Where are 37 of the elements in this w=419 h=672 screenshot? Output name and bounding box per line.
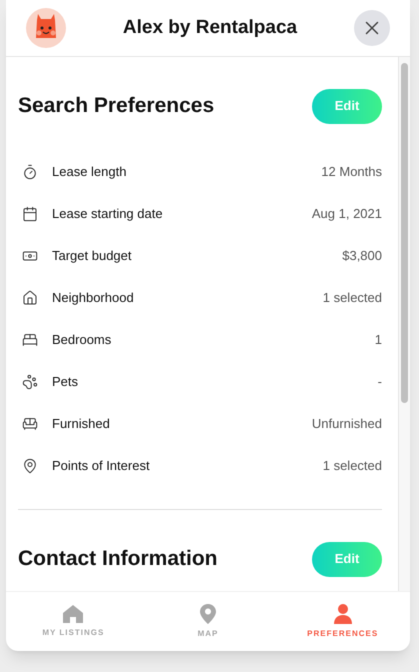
nav-tab[interactable]: MAP [140, 604, 276, 640]
house-icon [22, 290, 38, 306]
preference-value: Unfurnished [312, 415, 382, 434]
llama-avatar-icon [26, 8, 66, 48]
preference-label: Pets [52, 373, 80, 392]
preference-label: Furnished [52, 415, 111, 434]
close-button[interactable] [354, 10, 390, 46]
preference-label: Lease starting date [52, 205, 164, 224]
edit-button[interactable]: Edit [312, 542, 382, 576]
preference-label: Lease length [52, 163, 128, 182]
edit-button[interactable]: Edit [312, 88, 382, 124]
preference-value: - [378, 373, 382, 392]
preference-label: Neighborhood [52, 289, 135, 308]
preference-value: $3,800 [342, 247, 382, 266]
person-icon [334, 604, 352, 624]
bed-icon [22, 332, 38, 348]
calendar-icon [22, 206, 38, 222]
preference-value: 1 selected [322, 457, 382, 476]
section-title: Search Preferences [18, 93, 214, 120]
preference-label: Target budget [52, 247, 133, 266]
preference-value: Aug 1, 2021 [312, 205, 382, 224]
nav-tab[interactable]: MY LISTINGS [6, 604, 141, 638]
home-icon [63, 604, 84, 622]
paw-icon [22, 374, 38, 390]
scrollbar-thumb[interactable] [401, 63, 408, 403]
timer-icon [22, 164, 38, 180]
sofa-icon [22, 416, 38, 432]
preference-value: 12 Months [321, 163, 382, 182]
preference-value: 1 [374, 331, 382, 350]
map-pin-icon [22, 458, 38, 474]
preference-value: 1 selected [322, 289, 382, 308]
map-pin-icon [200, 604, 216, 624]
chat-title: Alex by Rentalpaca [122, 16, 298, 40]
nav-tab[interactable]: PREFERENCES [275, 604, 410, 640]
preference-label: Points of Interest [52, 457, 151, 476]
preference-label: Bedrooms [52, 331, 112, 350]
section-title: Contact Information [18, 546, 218, 572]
